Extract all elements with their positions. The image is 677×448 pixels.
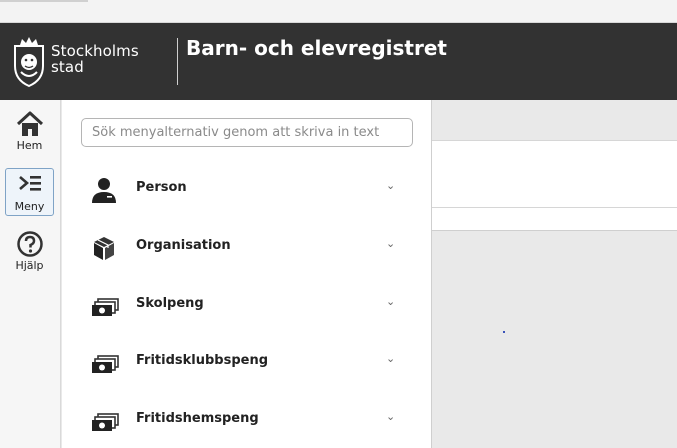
menu-search-input[interactable]: [81, 118, 413, 147]
stockholm-logo[interactable]: Stockholms stad: [9, 36, 139, 88]
money-icon: [92, 298, 119, 316]
menu-item-label: Fritidsklubbspeng: [136, 353, 269, 368]
menu-item-label: Organisation: [136, 238, 231, 253]
menu-panel: Person ⌄ Organisation ⌄ Skolpeng ⌄ Friti…: [62, 100, 432, 448]
menu-item-label: Skolpeng: [136, 296, 204, 311]
browser-chrome-strip: [0, 0, 677, 23]
browser-tab-indicator: [0, 0, 88, 2]
chevron-down-icon: ⌄: [386, 237, 396, 250]
menu-item-skolpeng[interactable]: Skolpeng ⌄: [62, 281, 432, 331]
box-icon: [94, 237, 114, 260]
menu-icon: [18, 176, 41, 191]
chevron-down-icon: ⌄: [386, 410, 396, 423]
content-panel: [432, 140, 677, 208]
content-toolbar: [432, 208, 677, 231]
rail-item-label: Meny: [14, 200, 45, 213]
header-divider: [177, 38, 178, 85]
rail-item-meny[interactable]: Meny: [5, 168, 54, 216]
rail-item-hjalp[interactable]: Hjälp: [5, 228, 54, 276]
side-rail: Hem Meny Hjälp: [0, 100, 61, 448]
cursor-dot: [503, 331, 505, 333]
stockholm-crest-icon: [14, 37, 44, 88]
rail-item-label: Hjälp: [15, 259, 44, 272]
person-icon: [92, 178, 116, 203]
rail-item-label: Hem: [16, 139, 43, 152]
menu-item-label: Fritidshemspeng: [136, 411, 259, 426]
menu-item-label: Person: [136, 180, 187, 195]
app-title: Barn- och elevregistret: [186, 36, 447, 60]
app-header: Stockholms stad Barn- och elevregistret: [0, 23, 677, 100]
menu-item-organisation[interactable]: Organisation ⌄: [62, 223, 432, 273]
main-content-area: [432, 100, 677, 448]
money-icon: [92, 355, 119, 373]
money-icon: [92, 413, 119, 431]
menu-item-person[interactable]: Person ⌄: [62, 165, 432, 215]
menu-item-fritidsklubbspeng[interactable]: Fritidsklubbspeng ⌄: [62, 338, 432, 388]
help-icon: [16, 231, 43, 257]
rail-item-hem[interactable]: Hem: [5, 108, 54, 156]
chevron-down-icon: ⌄: [386, 295, 396, 308]
logo-line-2: stad: [51, 58, 84, 76]
chevron-down-icon: ⌄: [386, 179, 396, 192]
logo-line-1: Stockholms: [51, 42, 139, 60]
chevron-down-icon: ⌄: [386, 352, 396, 365]
menu-item-fritidshemspeng[interactable]: Fritidshemspeng ⌄: [62, 396, 432, 446]
logo-wordmark: Stockholms stad: [51, 43, 139, 75]
home-icon: [16, 111, 43, 136]
